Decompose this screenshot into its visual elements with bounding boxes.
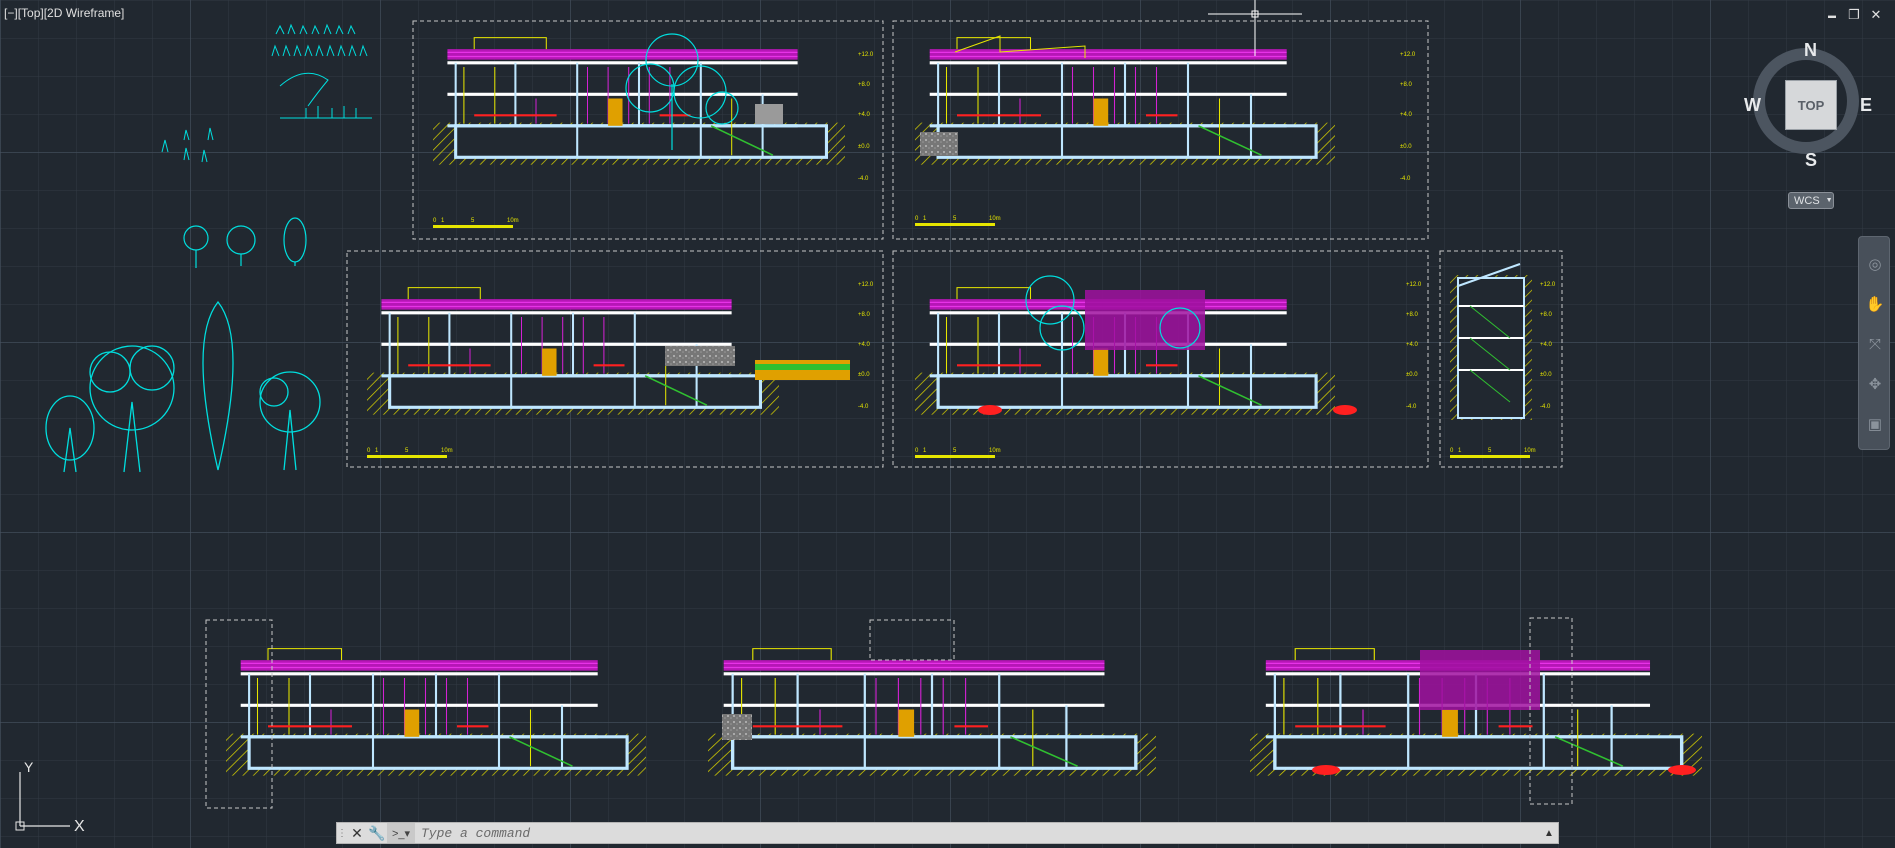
elevation-marker-label: +4.0 [1540,342,1553,348]
elevation-marker-label: ±0.0 [1400,144,1412,150]
scale-bar-label: 1 [923,216,927,222]
elevation-marker-label: +4.0 [1406,342,1419,348]
command-history-arrow-icon[interactable]: ▲ [1540,828,1558,839]
wcs-menu-button[interactable]: WCS ▼ [1788,192,1834,209]
building-section-1[interactable] [431,33,847,167]
scale-bar-label: 5 [471,218,475,224]
steering-wheel-icon[interactable]: ◎ [1866,255,1884,273]
zoom-extents-icon[interactable]: ⤧ [1866,335,1884,353]
compass-east[interactable]: E [1860,95,1872,116]
navigation-bar: ◎ ✋ ⤧ ✥ ▣ [1858,236,1890,450]
elevation-marker-label: +12.0 [1400,52,1416,58]
elevation-marker-label: +8.0 [858,312,871,318]
scale-bar-label: 0 [1450,448,1454,454]
elevation-marker-label: +8.0 [1400,82,1413,88]
elevation-marker-label: +4.0 [858,342,871,348]
ucs-icon: Y X [15,759,85,834]
elevation-marker-label: +4.0 [858,112,871,118]
elevation-marker-label: -4.0 [858,404,869,410]
elevation-marker-label: -4.0 [1400,176,1411,182]
recent-commands-icon[interactable]: >_▾ [387,823,415,843]
scale-bar-label: 10m [441,448,453,454]
scale-bar-label: 1 [441,218,445,224]
command-line: ⋮ ✕ 🔧 >_▾ ▲ [336,822,1559,844]
scale-bar-label: 0 [915,448,919,454]
elevation-marker-label: -4.0 [858,176,869,182]
scale-bar-label: 10m [989,448,1001,454]
compass-north[interactable]: N [1804,40,1817,61]
scale-bar-label: 5 [405,448,409,454]
elevation-marker-label: ±0.0 [1540,372,1552,378]
elevation-marker-label: +12.0 [1540,282,1556,288]
drag-handle-icon[interactable]: ⋮ [337,823,347,843]
elevation-marker-label: +12.0 [858,282,874,288]
chevron-down-icon: ▼ [1825,197,1833,204]
elevation-marker-label: +8.0 [858,82,871,88]
building-section-2[interactable] [913,35,1337,167]
compass-west[interactable]: W [1744,95,1761,116]
ucs-y-label: Y [24,759,34,775]
elevation-marker-label: ±0.0 [858,372,870,378]
scale-bar-label: 10m [507,218,519,224]
elevation-marker-label: +12.0 [1406,282,1422,288]
close-command-line-icon[interactable]: ✕ [347,823,367,843]
scale-bar-label: 1 [375,448,379,454]
elevation-marker-label: -4.0 [1406,404,1417,410]
scale-bar-label: 5 [953,216,957,222]
scale-bar-label: 0 [367,448,371,454]
pan-icon[interactable]: ✋ [1866,295,1885,313]
customize-wrench-icon[interactable]: 🔧 [367,823,387,843]
command-input[interactable] [415,823,1540,843]
drawing-canvas[interactable]: +12.0 +8.0 +4.0 ±0.0 -4.0 +12.0 +8.0 +4.… [0,0,1895,848]
building-section-5[interactable] [1450,263,1532,420]
compass-south[interactable]: S [1805,150,1817,171]
building-section-4[interactable] [913,275,1357,417]
orbit-icon[interactable]: ✥ [1866,375,1884,393]
entourage-people-block[interactable] [161,23,372,163]
scale-bar-label: 5 [953,448,957,454]
building-section-3[interactable] [365,286,850,417]
scale-bar-label: 10m [1524,448,1536,454]
scale-bar-label: 0 [915,216,919,222]
scale-bar-label: 0 [433,218,437,224]
viewcube[interactable]: N S E W TOP [1744,40,1878,171]
building-section-7[interactable] [706,619,1158,778]
elevation-marker-label: ±0.0 [858,144,870,150]
building-section-8[interactable] [1248,617,1704,805]
elevation-marker-label: +8.0 [1406,312,1419,318]
viewcube-top-face[interactable]: TOP [1785,80,1837,130]
elevation-marker-label: +8.0 [1540,312,1553,318]
scale-bar-label: 1 [923,448,927,454]
crosshair-cursor [1208,0,1302,56]
tree-symbols-large[interactable] [45,300,321,473]
building-section-6[interactable] [205,619,648,809]
ucs-x-label: X [74,818,85,834]
tree-symbols-small[interactable] [183,217,307,268]
scale-bar-label: 10m [989,216,1001,222]
scale-bar-label: 5 [1488,448,1492,454]
elevation-marker-label: ±0.0 [1406,372,1418,378]
wcs-label: WCS [1794,194,1820,207]
elevation-marker-label: +12.0 [858,52,874,58]
elevation-marker-label: +4.0 [1400,112,1413,118]
elevation-marker-label: -4.0 [1540,404,1551,410]
showmotion-icon[interactable]: ▣ [1866,415,1884,433]
scale-bar-label: 1 [1458,448,1462,454]
